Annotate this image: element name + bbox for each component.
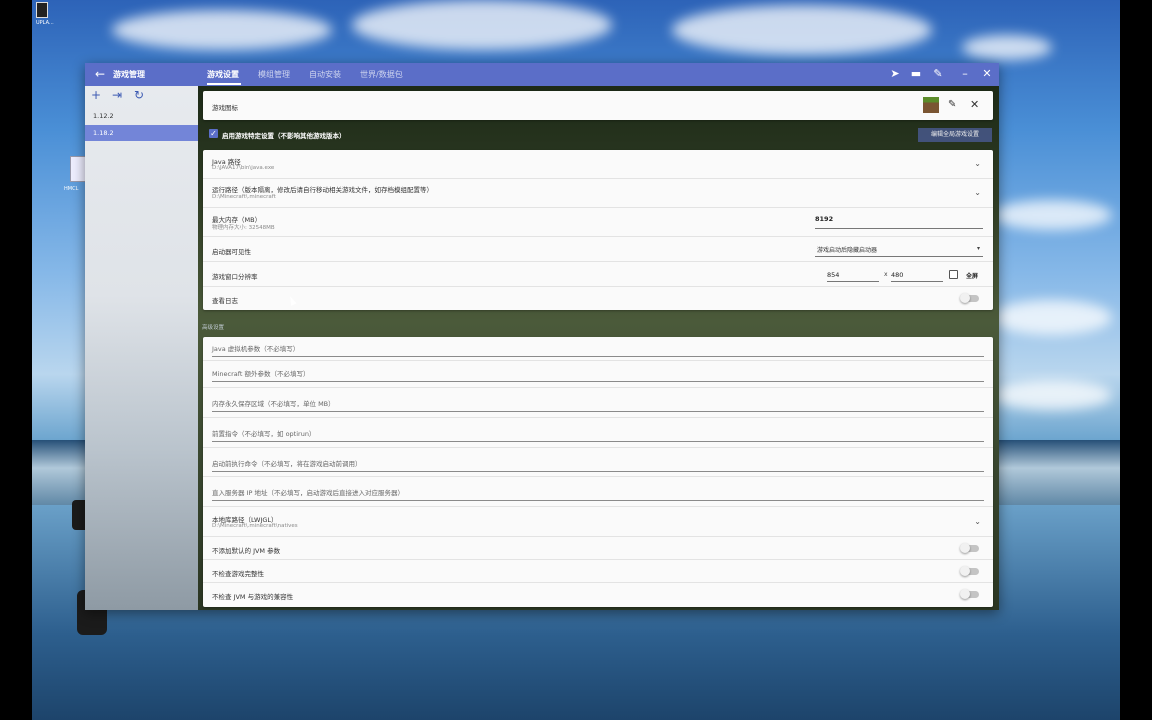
pre-launch-row: 启动前执行命令（不必填写，将在游戏启动前调用） <box>203 448 993 477</box>
fullscreen-label: 全屏 <box>966 273 979 280</box>
dropdown-arrow-icon: ▾ <box>976 245 980 252</box>
max-memory-row: 最大内存（MB） 物理内存大小: 32548MB 8192 <box>203 208 993 237</box>
physical-memory-text: 物理内存大小: 32548MB <box>212 225 275 231</box>
chevron-down-icon[interactable]: ⌄ <box>974 159 981 168</box>
minecraft-args-input[interactable]: Minecraft 额外参数（不必填写） <box>212 367 984 382</box>
show-log-label: 查看日志 <box>212 297 238 305</box>
special-settings-checkbox[interactable]: ✓ <box>209 129 218 138</box>
natives-row[interactable]: 本地库路径（LWJGL） D:\Minecraft\.minecraft\nat… <box>203 507 993 537</box>
wrench-icon[interactable]: ✎ <box>931 67 945 81</box>
send-icon[interactable]: ➤ <box>888 67 902 81</box>
window-title: 游戏管理 <box>113 70 145 79</box>
special-settings-label: 启用游戏特定设置（不影响其他游戏版本） <box>222 132 346 140</box>
folder-icon[interactable]: ▬ <box>909 67 923 81</box>
game-icon-label: 游戏图标 <box>212 104 238 112</box>
server-ip-row: 直入服务器 IP 地址（不必填写，启动游戏后直接进入对应服务器） <box>203 477 993 507</box>
server-ip-input[interactable]: 直入服务器 IP 地址（不必填写，启动游戏后直接进入对应服务器） <box>212 486 984 501</box>
show-log-row: 查看日志 <box>203 287 993 310</box>
advanced-settings-card: Java 虚拟机参数（不必填写） Minecraft 额外参数（不必填写） 内存… <box>203 337 993 607</box>
max-memory-input[interactable]: 8192 <box>815 215 983 229</box>
tab-worlds-datapacks[interactable]: 世界/数据包 <box>360 69 403 80</box>
edit-icon[interactable]: ✎ <box>948 99 956 110</box>
wrapper-command-input[interactable]: 前置指令（不必填写，如 optirun） <box>212 427 984 442</box>
launcher-visibility-value: 游戏启动后隐藏启动器 <box>817 247 878 254</box>
no-jvm-check-label: 不检查 JVM 与游戏的兼容性 <box>212 593 294 601</box>
jvm-args-input[interactable]: Java 虚拟机参数（不必填写） <box>212 342 984 357</box>
show-log-toggle[interactable] <box>960 293 979 303</box>
tab-mod-management[interactable]: 模组管理 <box>258 69 290 80</box>
no-game-check-label: 不检查游戏完整性 <box>212 570 264 578</box>
sidebar-item-version-selected[interactable]: 1.18.2 <box>85 125 198 141</box>
title-bar: ← 游戏管理 游戏设置 模组管理 自动安装 世界/数据包 ➤ ▬ ✎ – ✕ <box>85 63 999 86</box>
resolution-width-input[interactable]: 854 <box>827 268 879 282</box>
game-icon-card: 游戏图标 ✎ ✕ <box>203 91 993 120</box>
no-jvm-check-row: 不检查 JVM 与游戏的兼容性 <box>203 583 993 607</box>
launcher-visibility-select[interactable]: 游戏启动后隐藏启动器 ▾ <box>815 243 983 257</box>
settings-card: Java 路径 D:\JAVA17\bin\java.exe ⌄ 运行路径（版本… <box>203 150 993 310</box>
permgen-row: 内存永久保存区域（不必填写，单位 MB） <box>203 388 993 418</box>
run-path-label: 运行路径（版本隔离，修改后请自行移动相关游戏文件，如存档模组配置等） <box>212 186 433 194</box>
advanced-section-label: 高级设置 <box>202 325 225 331</box>
version-sidebar: + ⇥ ↻ 1.12.2 1.18.2 <box>85 86 198 610</box>
app-icon <box>36 2 48 18</box>
resolution-row: 游戏窗口分辨率 854 x 480 全屏 <box>203 262 993 287</box>
launcher-visibility-label: 启动器可见性 <box>212 248 251 256</box>
chevron-down-icon[interactable]: ⌄ <box>974 188 981 197</box>
desktop-icon-label: UPLA... <box>36 20 54 26</box>
natives-path-value: D:\Minecraft\.minecraft\natives <box>212 523 298 529</box>
no-game-check-toggle[interactable] <box>960 566 979 576</box>
wrapper-row: 前置指令（不必填写，如 optirun） <box>203 418 993 448</box>
fullscreen-checkbox[interactable] <box>949 270 958 279</box>
no-default-jvm-args-label: 不添加默认的 JVM 参数 <box>212 547 281 555</box>
resolution-label: 游戏窗口分辨率 <box>212 273 258 281</box>
screen-border-right <box>1120 0 1152 720</box>
close-icon[interactable]: ✕ <box>980 67 994 81</box>
back-arrow-icon[interactable]: ← <box>93 67 107 81</box>
remove-icon[interactable]: ✕ <box>970 98 979 111</box>
no-game-check-row: 不检查游戏完整性 <box>203 560 993 583</box>
mc-args-row: Minecraft 额外参数（不必填写） <box>203 361 993 388</box>
sidebar-item-version[interactable]: 1.12.2 <box>85 108 198 124</box>
sidebar-toolbar: + ⇥ ↻ <box>85 86 198 106</box>
run-path-value: D:\Minecraft\.minecraft <box>212 194 276 200</box>
plus-icon[interactable]: + <box>89 88 103 102</box>
minimize-icon[interactable]: – <box>958 67 972 81</box>
java-path-row[interactable]: Java 路径 D:\JAVA17\bin\java.exe ⌄ <box>203 150 993 179</box>
hmcl-window: ← 游戏管理 游戏设置 模组管理 自动安装 世界/数据包 ➤ ▬ ✎ – ✕ +… <box>85 63 999 610</box>
jvm-args-row: Java 虚拟机参数（不必填写） <box>203 337 993 361</box>
desktop-icon-label: HMCL <box>64 186 79 192</box>
resolution-height-input[interactable]: 480 <box>891 268 943 282</box>
active-tab-indicator <box>207 83 241 85</box>
tab-game-settings[interactable]: 游戏设置 <box>207 69 239 80</box>
grass-block-icon <box>923 97 939 113</box>
tab-auto-install[interactable]: 自动安装 <box>309 69 341 80</box>
no-default-jvm-args-toggle[interactable] <box>960 543 979 553</box>
permgen-input[interactable]: 内存永久保存区域（不必填写，单位 MB） <box>212 397 984 412</box>
screen-border-left <box>0 0 32 720</box>
no-jvm-check-toggle[interactable] <box>960 589 979 599</box>
export-icon[interactable]: ⇥ <box>110 88 124 102</box>
pre-launch-command-input[interactable]: 启动前执行命令（不必填写，将在游戏启动前调用） <box>212 457 984 472</box>
app-icon <box>70 156 86 182</box>
no-jvm-args-row: 不添加默认的 JVM 参数 <box>203 537 993 560</box>
chevron-down-icon[interactable]: ⌄ <box>974 517 981 526</box>
edit-global-settings-button[interactable]: 编辑全局游戏设置 <box>918 128 992 142</box>
java-path-value: D:\JAVA17\bin\java.exe <box>212 165 275 171</box>
settings-content: 游戏图标 ✎ ✕ ✓ 启用游戏特定设置（不影响其他游戏版本） 编辑全局游戏设置 … <box>198 86 999 610</box>
desktop-icon-upla[interactable]: UPLA... <box>36 2 62 30</box>
resolution-separator: x <box>884 271 888 278</box>
run-path-row[interactable]: 运行路径（版本隔离，修改后请自行移动相关游戏文件，如存档模组配置等） D:\Mi… <box>203 179 993 208</box>
refresh-icon[interactable]: ↻ <box>132 88 146 102</box>
launcher-visibility-row: 启动器可见性 游戏启动后隐藏启动器 ▾ <box>203 237 993 262</box>
